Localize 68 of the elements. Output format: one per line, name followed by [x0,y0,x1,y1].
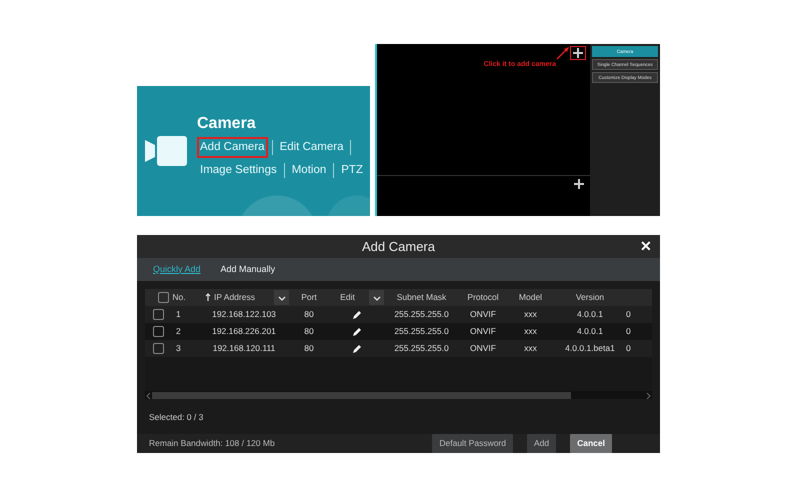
table-cell-text: ONVIF [469,308,497,321]
scroll-left-icon[interactable] [145,392,152,399]
table-cell-text: 80 [303,308,315,321]
row-checkbox[interactable] [153,343,164,354]
column-header: Port [301,291,317,304]
scrollbar-thumb[interactable] [152,392,572,399]
table-cell-text: 192.168.226.201 [211,325,277,338]
tab[interactable]: Add Manually [220,262,276,276]
column-header: No. [172,291,186,304]
table-cell-text: 80 [303,342,315,355]
menu-link[interactable]: Edit Camera [276,137,346,158]
table-cell-text: 192.168.122.103 [211,308,277,321]
pencil-icon[interactable] [352,326,362,337]
table-cell-text: 4.0.0.1 [576,308,604,321]
column-header: IP Address [214,291,255,304]
table-cell-text: ONVIF [469,342,497,355]
table-cell-text: 4.0.0.1 [576,325,604,338]
menu-link[interactable]: PTZ [338,160,366,181]
dialog-button[interactable]: Default Password [432,434,513,454]
row-checkbox[interactable] [153,326,164,338]
table-cell-text: 192.168.120.111 [212,342,276,355]
pencil-icon[interactable] [352,344,362,354]
scroll-right-icon[interactable] [645,392,652,399]
table-cell-text: 0 [626,308,632,321]
column-header: Edit [340,291,355,304]
tile-title: Camera [197,114,257,134]
table-cell-text: 80 [303,325,315,338]
table-cell-text: xxx [523,342,538,355]
menu-link[interactable]: Image Settings [197,160,280,181]
table-cell: 3 [176,342,181,355]
table-cell: 1 [176,308,181,321]
table-cell-text: 255.255.255.0 [393,325,450,338]
close-button[interactable]: ✕ [640,237,652,255]
table-cell-text: ONVIF [469,325,497,338]
column-header: Model [518,291,542,304]
column-header: Version [576,291,604,304]
chevron-down-icon [372,294,382,302]
dialog-title: Add Camera [362,238,435,256]
table-cell-text: 0 [626,325,632,338]
table-cell: 2 [176,325,181,338]
selection-count: Selected: 0 / 3 [148,410,204,424]
bandwidth-text: Remain Bandwidth: 108 / 120 Mb [149,437,275,450]
add-camera-button[interactable] [570,46,586,60]
sort-arrow-icon[interactable] [205,293,211,302]
select-all-checkbox[interactable] [158,292,170,304]
video-camera-icon [145,136,187,166]
table-cell-text: 0 [626,342,632,355]
column-header: Protocol [467,291,499,304]
filter-dropdown[interactable] [274,290,289,306]
column-header: Subnet Mask [396,291,446,304]
pencil-icon[interactable] [352,310,362,320]
menu-link[interactable]: Add Camera [197,137,268,158]
horizontal-scrollbar[interactable] [145,391,652,399]
plus-icon [573,48,583,58]
table-cell-text: xxx [523,308,538,321]
table-cell-text: 4.0.0.1.beta1 [564,342,616,355]
table-cell-text: 255.255.255.0 [393,308,450,321]
table-cell-text: 255.255.255.0 [393,342,450,355]
filter-dropdown[interactable] [369,290,384,306]
table-cell-text: xxx [523,325,538,338]
dialog-button[interactable]: Cancel [570,434,612,454]
arrow-icon [556,46,570,60]
dialog-button[interactable]: Add [527,434,556,454]
tab[interactable]: Quickly Add [153,262,201,276]
plus-icon [574,179,584,189]
row-checkbox[interactable] [153,309,164,320]
menu-link[interactable]: Motion [288,160,330,181]
chevron-down-icon [276,294,286,302]
